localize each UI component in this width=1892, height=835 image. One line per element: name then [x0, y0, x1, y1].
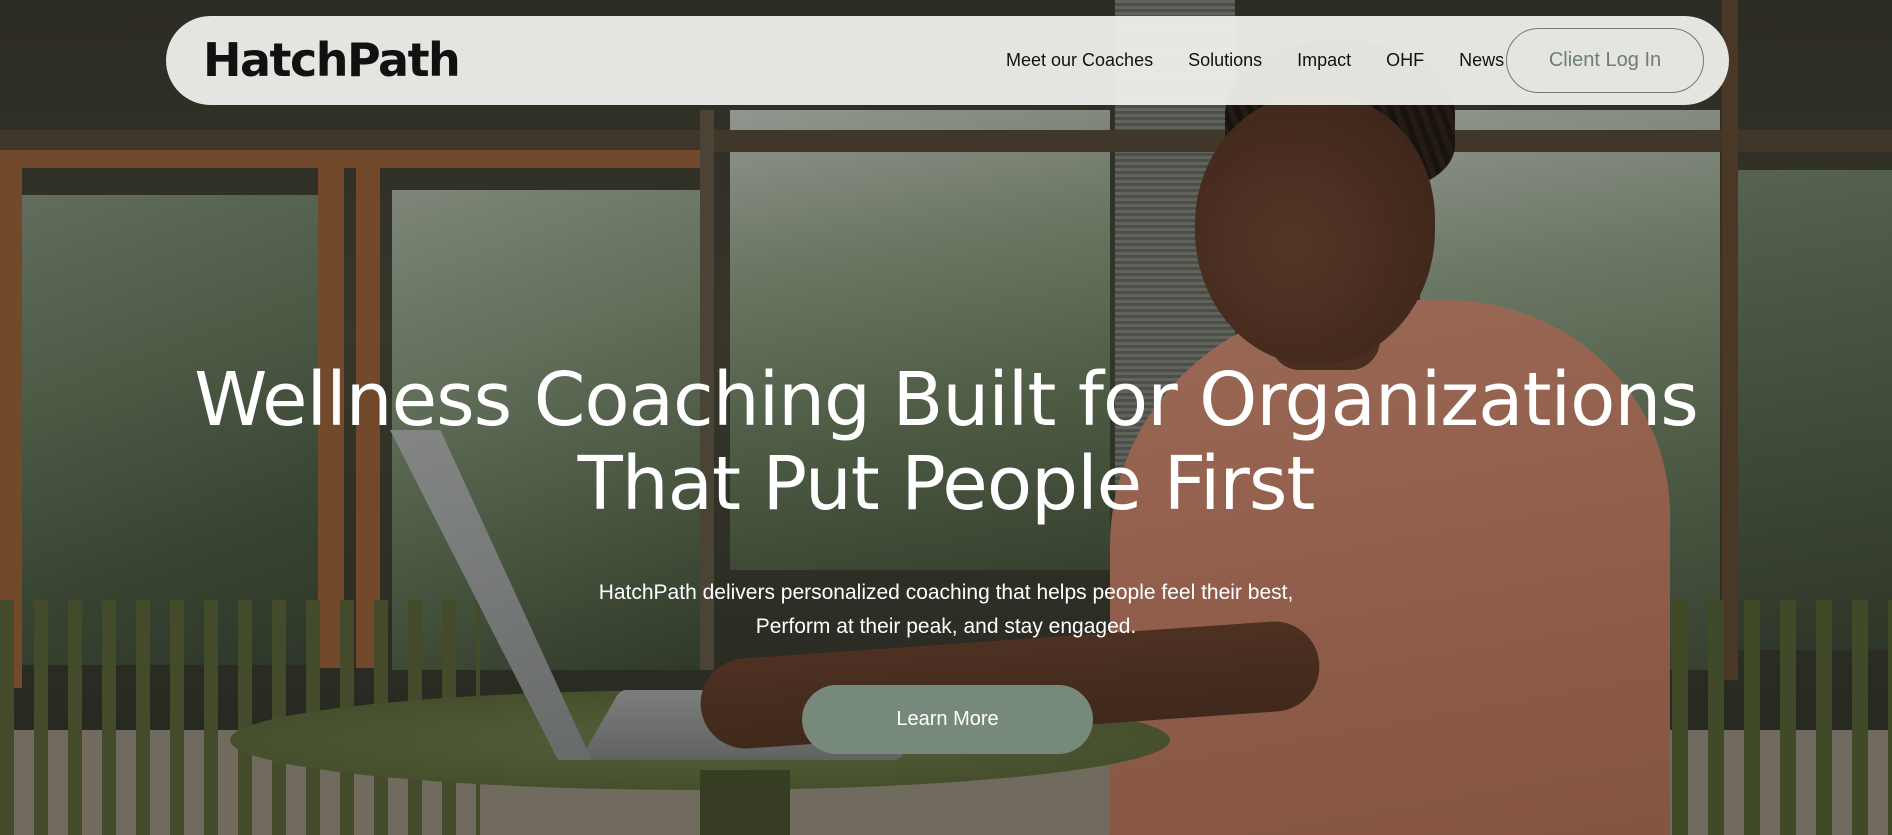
nav-link-ohf[interactable]: OHF — [1386, 50, 1424, 71]
hero-title: Wellness Coaching Built for Organization… — [146, 358, 1746, 526]
nav-link-impact[interactable]: Impact — [1297, 50, 1351, 71]
hero-title-line-1: Wellness Coaching Built for Organization… — [194, 357, 1699, 443]
nav-links: Meet our Coaches Solutions Impact OHF Ne… — [1006, 16, 1504, 105]
hero-subtitle-line-2: Perform at their peak, and stay engaged. — [755, 615, 1137, 638]
learn-more-button[interactable]: Learn More — [802, 685, 1093, 754]
nav-link-news[interactable]: News — [1459, 50, 1504, 71]
hero-subtitle: HatchPath delivers personalized coaching… — [446, 576, 1446, 644]
top-navbar: HatchPath Meet our Coaches Solutions Imp… — [166, 16, 1729, 105]
hero-title-line-2: That Put People First — [577, 441, 1316, 527]
nav-link-meet-our-coaches[interactable]: Meet our Coaches — [1006, 50, 1153, 71]
hero-subtitle-line-1: HatchPath delivers personalized coaching… — [598, 581, 1294, 604]
client-login-button[interactable]: Client Log In — [1506, 28, 1704, 93]
nav-link-solutions[interactable]: Solutions — [1188, 50, 1262, 71]
brand-logo[interactable]: HatchPath — [203, 34, 461, 86]
